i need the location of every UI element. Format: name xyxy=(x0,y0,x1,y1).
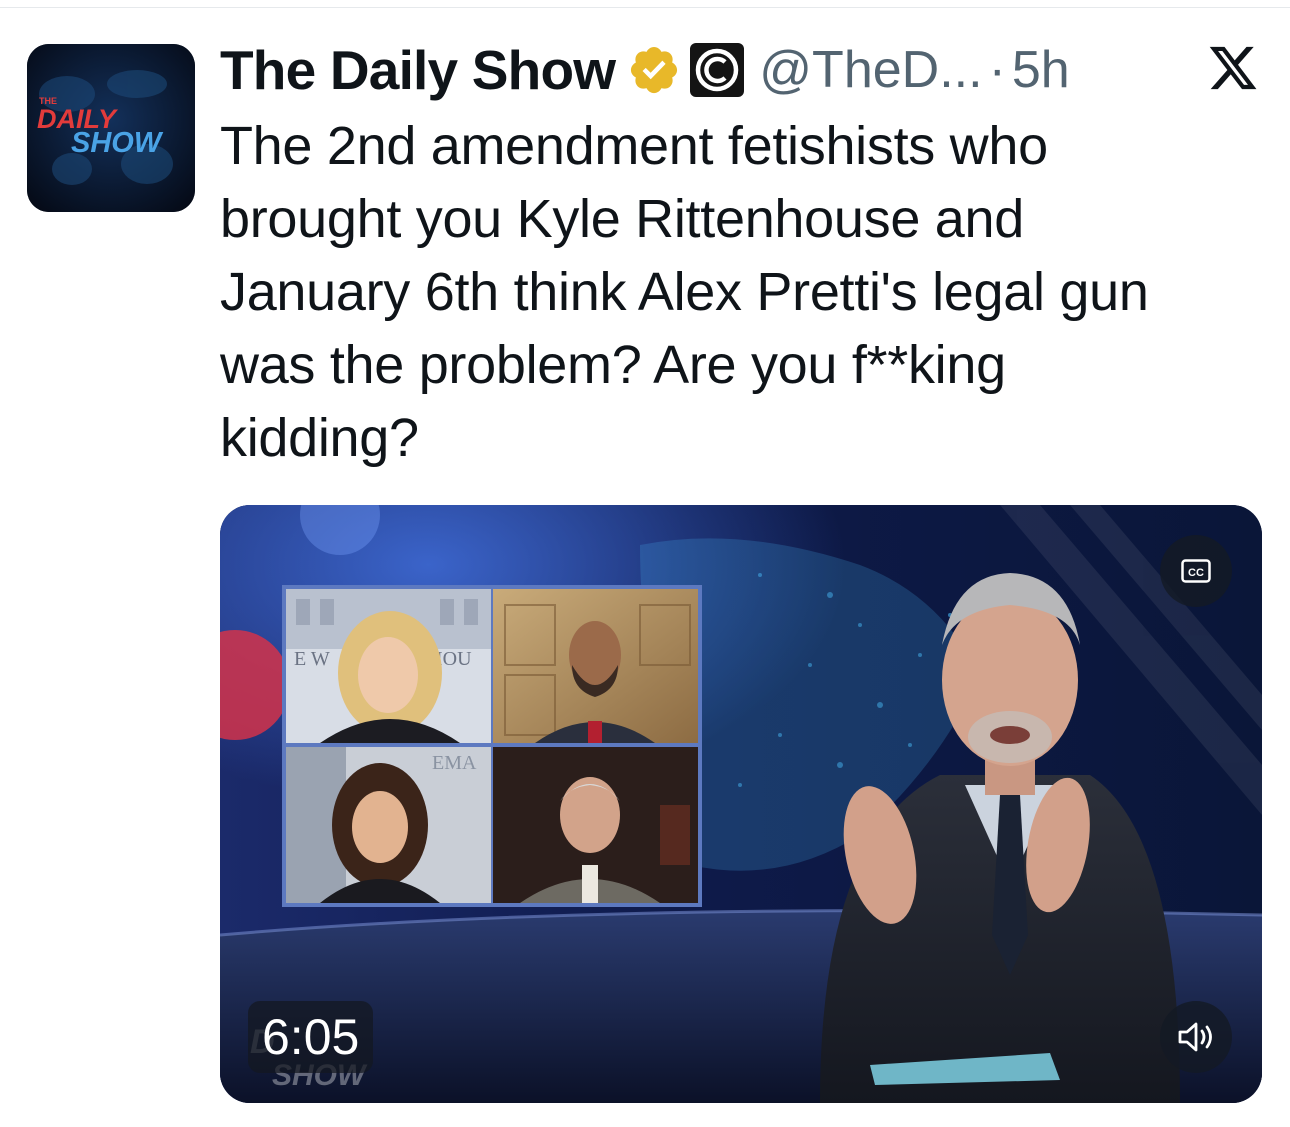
verified-badge-icon xyxy=(631,46,678,94)
comedy-central-icon xyxy=(690,43,745,97)
video-frame: E W IOU EMA SHOW xyxy=(220,505,1262,1103)
tweet-header: The Daily Show @TheD... · 5h xyxy=(220,34,1220,106)
volume-button[interactable] xyxy=(1160,1001,1232,1073)
tweet-text-line: was the problem? Are you f**king xyxy=(220,335,1006,395)
avatar[interactable]: THE DAILY SHOW xyxy=(27,44,195,212)
tweet-text-line: January 6th think Alex Pretti's legal gu… xyxy=(220,262,1149,322)
tweet-text-line: The 2nd amendment fetishists who xyxy=(220,116,1048,176)
video-duration: 6:05 xyxy=(248,1001,374,1073)
separator-dot: · xyxy=(988,41,1006,99)
panel-sign-text: EMA xyxy=(432,752,477,774)
podium-sign-left-text: E W xyxy=(294,648,330,670)
closed-captions-button[interactable]: CC xyxy=(1160,535,1232,607)
tweet-text-line: kidding? xyxy=(220,408,419,468)
avatar-show-text: SHOW xyxy=(71,127,164,159)
video-player[interactable]: E W IOU EMA SHOW CC 6:05 xyxy=(220,505,1262,1103)
svg-text:CC: CC xyxy=(1188,567,1204,579)
top-divider xyxy=(0,7,1290,8)
tweet-text: The 2nd amendment fetishists who brought… xyxy=(220,110,1270,475)
x-logo-icon xyxy=(1209,46,1257,90)
volume-icon xyxy=(1178,1022,1212,1052)
author-name[interactable]: The Daily Show xyxy=(220,38,616,102)
tweet-text-line: brought you Kyle Rittenhouse and xyxy=(220,189,1024,249)
closed-captions-icon: CC xyxy=(1181,559,1211,583)
author-handle[interactable]: @TheD... xyxy=(759,40,982,100)
timestamp[interactable]: 5h xyxy=(1012,40,1070,100)
